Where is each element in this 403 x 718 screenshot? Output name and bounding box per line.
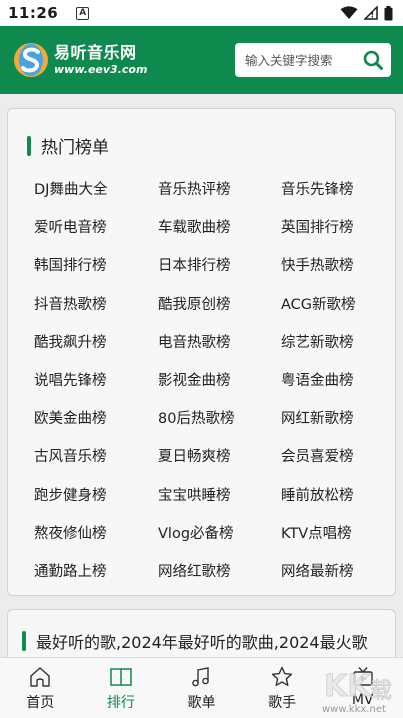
- logo-s-icon: [14, 43, 48, 77]
- nav-singer-label: 歌手: [268, 695, 297, 711]
- rank-link[interactable]: 英国排行榜: [281, 209, 384, 247]
- nav-mv[interactable]: MV: [322, 658, 403, 718]
- rank-link[interactable]: 车载歌曲榜: [158, 209, 281, 247]
- search-icon: [363, 50, 383, 70]
- rank-link[interactable]: 综艺新歌榜: [281, 324, 384, 362]
- nav-playlist-label: 歌单: [187, 695, 216, 711]
- tv-icon: [350, 664, 376, 690]
- search-input[interactable]: [245, 52, 359, 68]
- rank-link[interactable]: 跑步健身榜: [34, 477, 158, 515]
- logo-name: 易听音乐网: [54, 43, 137, 62]
- rank-link[interactable]: 网红新歌榜: [281, 400, 384, 438]
- rank-link[interactable]: 快手热歌榜: [281, 247, 384, 285]
- rank-link[interactable]: 酷我原创榜: [158, 286, 281, 324]
- ranking-card-title: 热门榜单: [41, 138, 109, 158]
- playlist-card-header: 最好听的歌,2024年最好听的歌曲,2024最火歌: [22, 629, 368, 653]
- rank-link[interactable]: 熬夜修仙榜: [34, 515, 158, 553]
- rank-link[interactable]: 韩国排行榜: [34, 247, 158, 285]
- site-logo[interactable]: 易听音乐网 www.eev3.com: [12, 41, 147, 79]
- bottom-nav: 首页 排行 歌单 歌手 MV: [0, 657, 403, 718]
- rank-link[interactable]: 80后热歌榜: [158, 400, 281, 438]
- rank-link[interactable]: 网络红歌榜: [158, 553, 281, 591]
- rank-link[interactable]: DJ舞曲大全: [34, 171, 158, 209]
- rank-link[interactable]: 爱听电音榜: [34, 209, 158, 247]
- rank-link[interactable]: KTV点唱榜: [281, 515, 384, 553]
- nav-singer[interactable]: 歌手: [242, 658, 323, 718]
- battery-icon: [384, 5, 393, 20]
- ranking-card-header: 热门榜单: [27, 133, 109, 158]
- logo-url: www.eev3.com: [54, 63, 148, 76]
- title-accent-bar: [22, 631, 26, 651]
- status-icons: !: [340, 5, 393, 21]
- app-header: 易听音乐网 www.eev3.com: [0, 26, 403, 94]
- rank-link[interactable]: 粤语金曲榜: [281, 362, 384, 400]
- rank-link[interactable]: 夏日畅爽榜: [158, 438, 281, 476]
- rank-link[interactable]: 日本排行榜: [158, 247, 281, 285]
- nav-home[interactable]: 首页: [0, 658, 81, 718]
- rank-link[interactable]: 会员喜爱榜: [281, 438, 384, 476]
- rank-link[interactable]: 古风音乐榜: [34, 438, 158, 476]
- svg-text:!: !: [371, 11, 375, 20]
- rank-link[interactable]: 睡前放松榜: [281, 477, 384, 515]
- rank-link[interactable]: 宝宝哄睡榜: [158, 477, 281, 515]
- rank-link[interactable]: Vlog必备榜: [158, 515, 281, 553]
- rank-link[interactable]: 欧美金曲榜: [34, 400, 158, 438]
- nav-playlist[interactable]: 歌单: [161, 658, 242, 718]
- rank-link[interactable]: 酷我飙升榜: [34, 324, 158, 362]
- star-icon: [269, 664, 295, 690]
- rank-link[interactable]: 说唱先锋榜: [34, 362, 158, 400]
- playlist-card-title[interactable]: 最好听的歌,2024年最好听的歌曲,2024最火歌: [36, 629, 368, 653]
- rank-link[interactable]: 抖音热歌榜: [34, 286, 158, 324]
- rank-link[interactable]: 音乐热评榜: [158, 171, 281, 209]
- search-box: [235, 43, 391, 77]
- notification-a-icon: A: [76, 6, 90, 20]
- nav-mv-label: MV: [351, 692, 374, 708]
- ranking-card: 热门榜单 DJ舞曲大全 音乐热评榜 音乐先锋榜 爱听电音榜 车载歌曲榜 英国排行…: [7, 108, 396, 596]
- nav-ranking[interactable]: 排行: [81, 658, 162, 718]
- status-time: 11:26: [8, 4, 59, 22]
- nav-ranking-label: 排行: [106, 695, 135, 711]
- rank-link[interactable]: 通勤路上榜: [34, 553, 158, 591]
- signal-icon: !: [364, 6, 378, 20]
- wifi-icon: [340, 6, 358, 19]
- search-button[interactable]: [361, 48, 385, 72]
- rank-link[interactable]: 影视金曲榜: [158, 362, 281, 400]
- ranking-list: DJ舞曲大全 音乐热评榜 音乐先锋榜 爱听电音榜 车载歌曲榜 英国排行榜 韩国排…: [34, 171, 384, 591]
- rank-link[interactable]: 网络最新榜: [281, 553, 384, 591]
- status-bar: 11:26 A !: [0, 0, 403, 26]
- book-icon: [108, 664, 134, 690]
- title-accent-bar: [27, 135, 31, 156]
- nav-home-label: 首页: [26, 695, 55, 711]
- music-note-icon: [188, 664, 214, 690]
- rank-link[interactable]: 电音热歌榜: [158, 324, 281, 362]
- rank-link[interactable]: 音乐先锋榜: [281, 171, 384, 209]
- rank-link[interactable]: ACG新歌榜: [281, 286, 384, 324]
- home-icon: [27, 664, 53, 690]
